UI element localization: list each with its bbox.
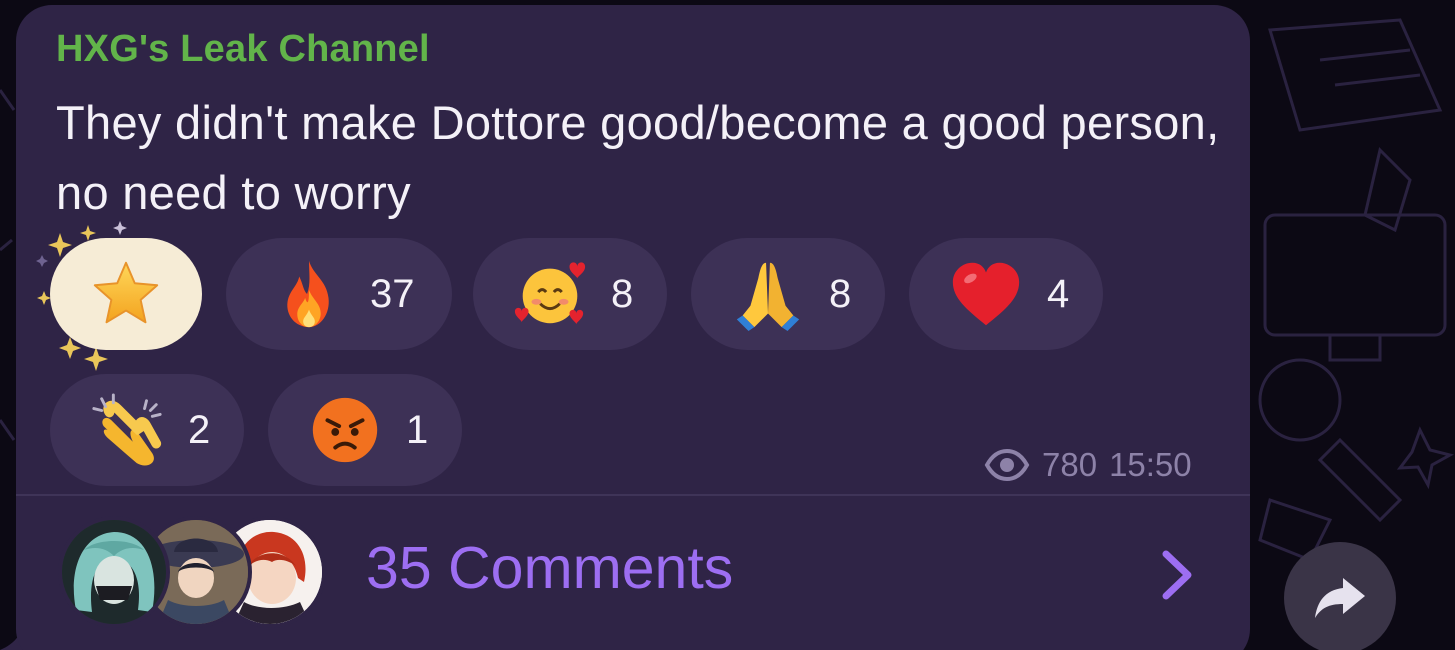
avatar-teal-hair-icon [62, 520, 166, 624]
eye-icon [984, 448, 1030, 482]
reaction-smiling-hearts-button[interactable]: 8 [473, 238, 667, 350]
reaction-count: 4 [1047, 271, 1070, 316]
folded-hands-emoji-icon [736, 262, 800, 332]
reaction-count: 8 [611, 271, 634, 316]
star-emoji-icon [93, 261, 159, 324]
reaction-star-button[interactable] [50, 238, 202, 350]
reaction-clapping-button[interactable]: 2 [50, 374, 244, 486]
reaction-count: 2 [188, 407, 211, 452]
message-meta: 780 15:50 [984, 446, 1192, 484]
reaction-count: 1 [406, 407, 429, 452]
clapping-hands-emoji-icon [92, 393, 162, 466]
reaction-count: 37 [370, 271, 415, 316]
view-count: 780 [1042, 446, 1098, 483]
share-button[interactable] [1284, 542, 1396, 650]
chevron-right-icon[interactable] [1156, 548, 1196, 602]
channel-name[interactable]: HXG's Leak Channel [56, 28, 430, 71]
reaction-heart-button[interactable]: 4 [909, 238, 1103, 350]
reaction-fire-button[interactable]: 37 [226, 238, 452, 350]
reaction-count: 8 [829, 271, 852, 316]
message-text: They didn't make Dottore good/become a g… [56, 96, 1220, 219]
smiling-face-with-hearts-emoji-icon [514, 262, 586, 325]
chat-background: HXG's Leak Channel They didn't make Dott… [0, 0, 1455, 650]
reaction-angry-button[interactable]: 1 [268, 374, 462, 486]
share-arrow-icon [1315, 578, 1365, 618]
red-heart-emoji-icon [952, 262, 1020, 326]
reaction-folded-hands-button[interactable]: 8 [691, 238, 885, 350]
comments-link[interactable]: 35 Comments [366, 534, 733, 602]
comments-divider [16, 494, 1250, 496]
message-time: 15:50 [1109, 446, 1192, 483]
commenter-avatar [58, 516, 170, 628]
angry-face-emoji-icon [312, 397, 378, 463]
fire-emoji-icon [287, 260, 329, 328]
